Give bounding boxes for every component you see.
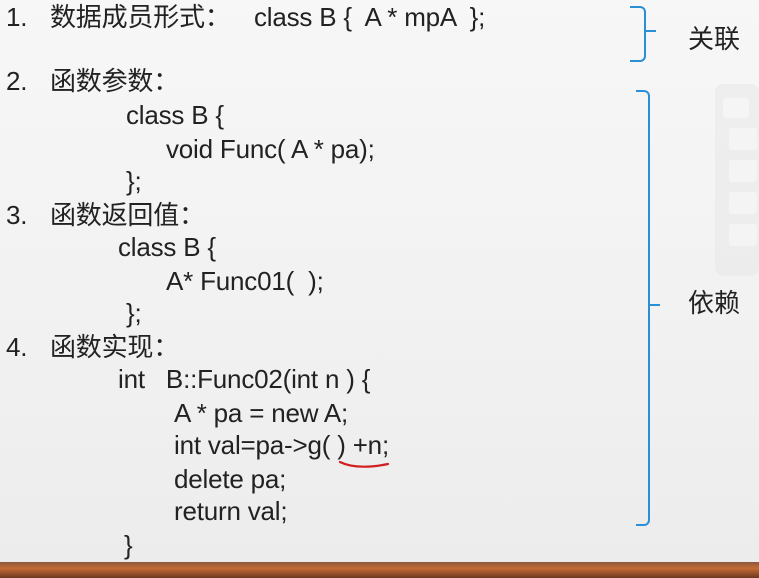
impl-code-line-1: int B::Func02(int n ) { — [118, 364, 371, 394]
item-1-number: 1. — [6, 2, 28, 32]
slide: 1. 数据成员形式： class B { A * mpA }; 2. 函数参数：… — [0, 0, 759, 566]
item-1-code: class B { A * mpA }; — [254, 2, 486, 32]
params-code-line-1: class B { — [126, 100, 224, 130]
item-4-number: 4. — [6, 332, 28, 362]
red-underline-annotation — [338, 460, 390, 468]
dependency-bracket — [636, 90, 650, 526]
screen-bottom-bezel — [0, 562, 759, 578]
return-code-line-2: A* Func01( ); — [166, 266, 324, 296]
dependency-bracket-tick — [648, 304, 660, 306]
params-code-line-2: void Func( A * pa); — [166, 134, 375, 164]
association-bracket — [630, 6, 646, 62]
item-2-number: 2. — [6, 66, 28, 96]
item-2-heading: 函数参数： — [50, 66, 180, 96]
background-keyboard-decoration — [715, 84, 759, 276]
impl-code-line-3-prefix: int val=pa-> — [174, 430, 308, 460]
return-code-line-3: }; — [126, 298, 142, 328]
item-1-heading: 数据成员形式： — [50, 2, 231, 32]
item-3-number: 3. — [6, 200, 28, 230]
dependency-label: 依赖 — [688, 288, 741, 318]
association-label: 关联 — [688, 24, 741, 54]
item-4-heading: 函数实现： — [50, 332, 180, 362]
impl-code-line-2: A * pa = new A; — [174, 398, 349, 428]
impl-code-line-5: return val; — [174, 496, 288, 526]
association-bracket-tick — [644, 30, 656, 32]
impl-code-line-4: delete pa; — [174, 464, 287, 494]
impl-code-line-6: } — [124, 530, 133, 560]
params-code-line-3: }; — [126, 166, 142, 196]
return-code-line-1: class B { — [118, 232, 216, 262]
item-3-heading: 函数返回值： — [50, 200, 205, 230]
